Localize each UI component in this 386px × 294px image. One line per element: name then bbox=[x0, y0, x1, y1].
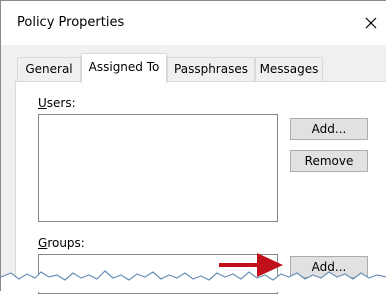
tab-messages[interactable]: Messages bbox=[255, 57, 323, 81]
tab-passphrases[interactable]: Passphrases bbox=[167, 57, 255, 81]
users-add-button[interactable]: Add... bbox=[290, 118, 368, 140]
users-label: Users: bbox=[38, 96, 76, 110]
users-add-label: Add... bbox=[311, 122, 347, 136]
users-remove-label: Remove bbox=[304, 154, 354, 168]
assigned-to-panel: Users: Add... Remove Groups: Add... bbox=[15, 81, 386, 294]
tab-messages-label: Messages bbox=[259, 62, 319, 76]
policy-properties-dialog: Policy Properties General Assigned To Pa… bbox=[0, 0, 386, 294]
tab-passphrases-label: Passphrases bbox=[174, 62, 248, 76]
users-label-accel: U bbox=[38, 96, 47, 110]
tab-assigned-to-label: Assigned To bbox=[88, 60, 160, 74]
groups-label-accel: G bbox=[38, 236, 48, 250]
tab-general[interactable]: General bbox=[17, 57, 81, 81]
tab-assigned-to[interactable]: Assigned To bbox=[81, 53, 167, 83]
close-button[interactable] bbox=[361, 9, 385, 35]
window-title: Policy Properties bbox=[17, 15, 125, 30]
groups-label-rest: roups: bbox=[47, 236, 85, 250]
title-bar: Policy Properties bbox=[1, 1, 386, 45]
close-icon bbox=[365, 17, 377, 29]
torn-edge bbox=[1, 270, 386, 292]
users-label-rest: sers: bbox=[46, 96, 76, 110]
groups-label: Groups: bbox=[38, 236, 85, 250]
users-remove-button[interactable]: Remove bbox=[290, 150, 368, 172]
users-listbox[interactable] bbox=[38, 114, 278, 222]
tab-general-label: General bbox=[25, 62, 73, 76]
